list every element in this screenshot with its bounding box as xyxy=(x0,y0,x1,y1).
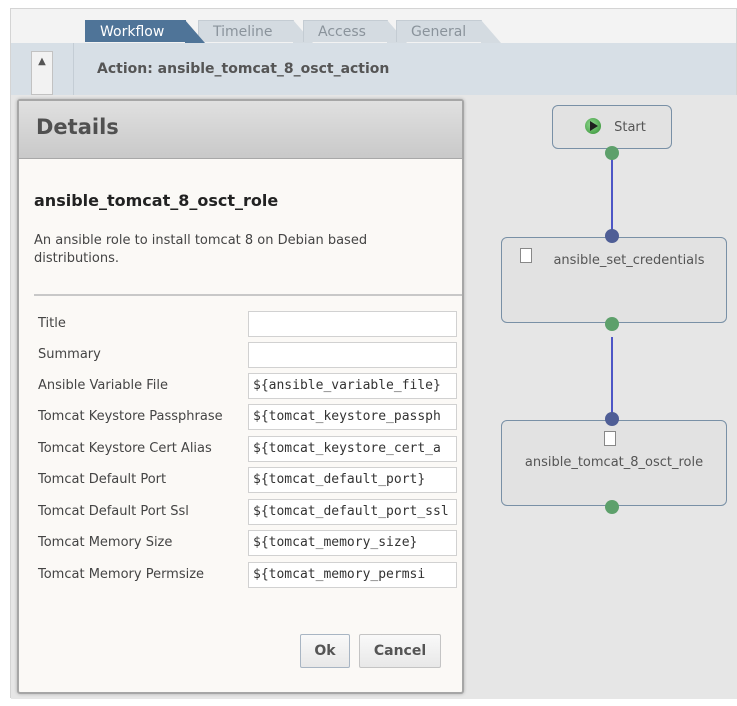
tab-workflow[interactable]: Workflow xyxy=(85,20,205,43)
cancel-button[interactable]: Cancel xyxy=(359,634,441,668)
workflow-connector xyxy=(611,337,613,421)
keystore-cert-alias-field[interactable]: ${tomcat_keystore_cert_a xyxy=(248,436,457,462)
scroll-up-button[interactable]: ▲ xyxy=(31,51,53,95)
ansible-variable-file-field[interactable]: ${ansible_variable_file} xyxy=(248,373,457,399)
node-label: Start xyxy=(614,120,646,135)
details-dialog: Details ansible_tomcat_8_osct_role An an… xyxy=(17,99,464,694)
node-label: ansible_set_credentials xyxy=(553,253,705,268)
action-bar: ▲ Action: ansible_tomcat_8_osct_action xyxy=(11,43,736,95)
input-port[interactable] xyxy=(605,229,619,243)
document-icon xyxy=(520,248,532,263)
workflow-node-ansible-set-credentials[interactable]: ansible_set_credentials xyxy=(501,237,727,323)
field-label-keystore-passphrase: Tomcat Keystore Passphrase xyxy=(38,409,223,424)
role-name: ansible_tomcat_8_osct_role xyxy=(34,191,279,210)
node-label: ansible_tomcat_8_osct_role xyxy=(524,455,704,470)
tab-timeline[interactable]: Timeline xyxy=(198,20,313,43)
divider xyxy=(34,294,462,296)
output-port[interactable] xyxy=(605,500,619,514)
memory-size-field[interactable]: ${tomcat_memory_size} xyxy=(248,530,457,556)
workflow-node-start[interactable]: Start xyxy=(552,105,672,149)
output-port[interactable] xyxy=(605,146,619,160)
keystore-passphrase-field[interactable]: ${tomcat_keystore_passph xyxy=(248,404,457,430)
field-label-ansible-variable-file: Ansible Variable File xyxy=(38,378,169,393)
field-label-default-port: Tomcat Default Port xyxy=(38,472,167,487)
tab-bar: Workflow Timeline Access General xyxy=(11,9,736,44)
action-title: Action: ansible_tomcat_8_osct_action xyxy=(73,43,736,95)
dialog-header: Details xyxy=(19,101,462,159)
document-icon xyxy=(604,431,616,446)
default-port-ssl-field[interactable]: ${tomcat_default_port_ssl xyxy=(248,499,457,525)
field-label-summary: Summary xyxy=(38,347,101,362)
output-port[interactable] xyxy=(605,317,619,331)
default-port-field[interactable]: ${tomcat_default_port} xyxy=(248,467,457,493)
input-port[interactable] xyxy=(605,412,619,426)
triangle-up-icon: ▲ xyxy=(38,56,46,67)
field-label-memory-size: Tomcat Memory Size xyxy=(38,535,173,550)
dialog-title: Details xyxy=(36,115,119,139)
summary-field[interactable] xyxy=(248,342,457,368)
field-label-keystore-cert-alias: Tomcat Keystore Cert Alias xyxy=(38,441,212,456)
tab-general[interactable]: General xyxy=(396,20,501,43)
tab-access[interactable]: Access xyxy=(303,20,407,43)
title-field[interactable] xyxy=(248,311,457,337)
field-label-title: Title xyxy=(38,316,66,331)
field-label-default-port-ssl: Tomcat Default Port Ssl xyxy=(38,504,189,519)
field-label-memory-permsize: Tomcat Memory Permsize xyxy=(38,567,205,582)
workflow-connector xyxy=(611,153,613,235)
memory-permsize-field[interactable]: ${tomcat_memory_permsi xyxy=(248,562,457,588)
ok-button[interactable]: Ok xyxy=(300,634,350,668)
role-description: An ansible role to install tomcat 8 on D… xyxy=(34,233,368,266)
workflow-node-ansible-tomcat-8-osct-role[interactable]: ansible_tomcat_8_osct_role xyxy=(501,420,727,506)
